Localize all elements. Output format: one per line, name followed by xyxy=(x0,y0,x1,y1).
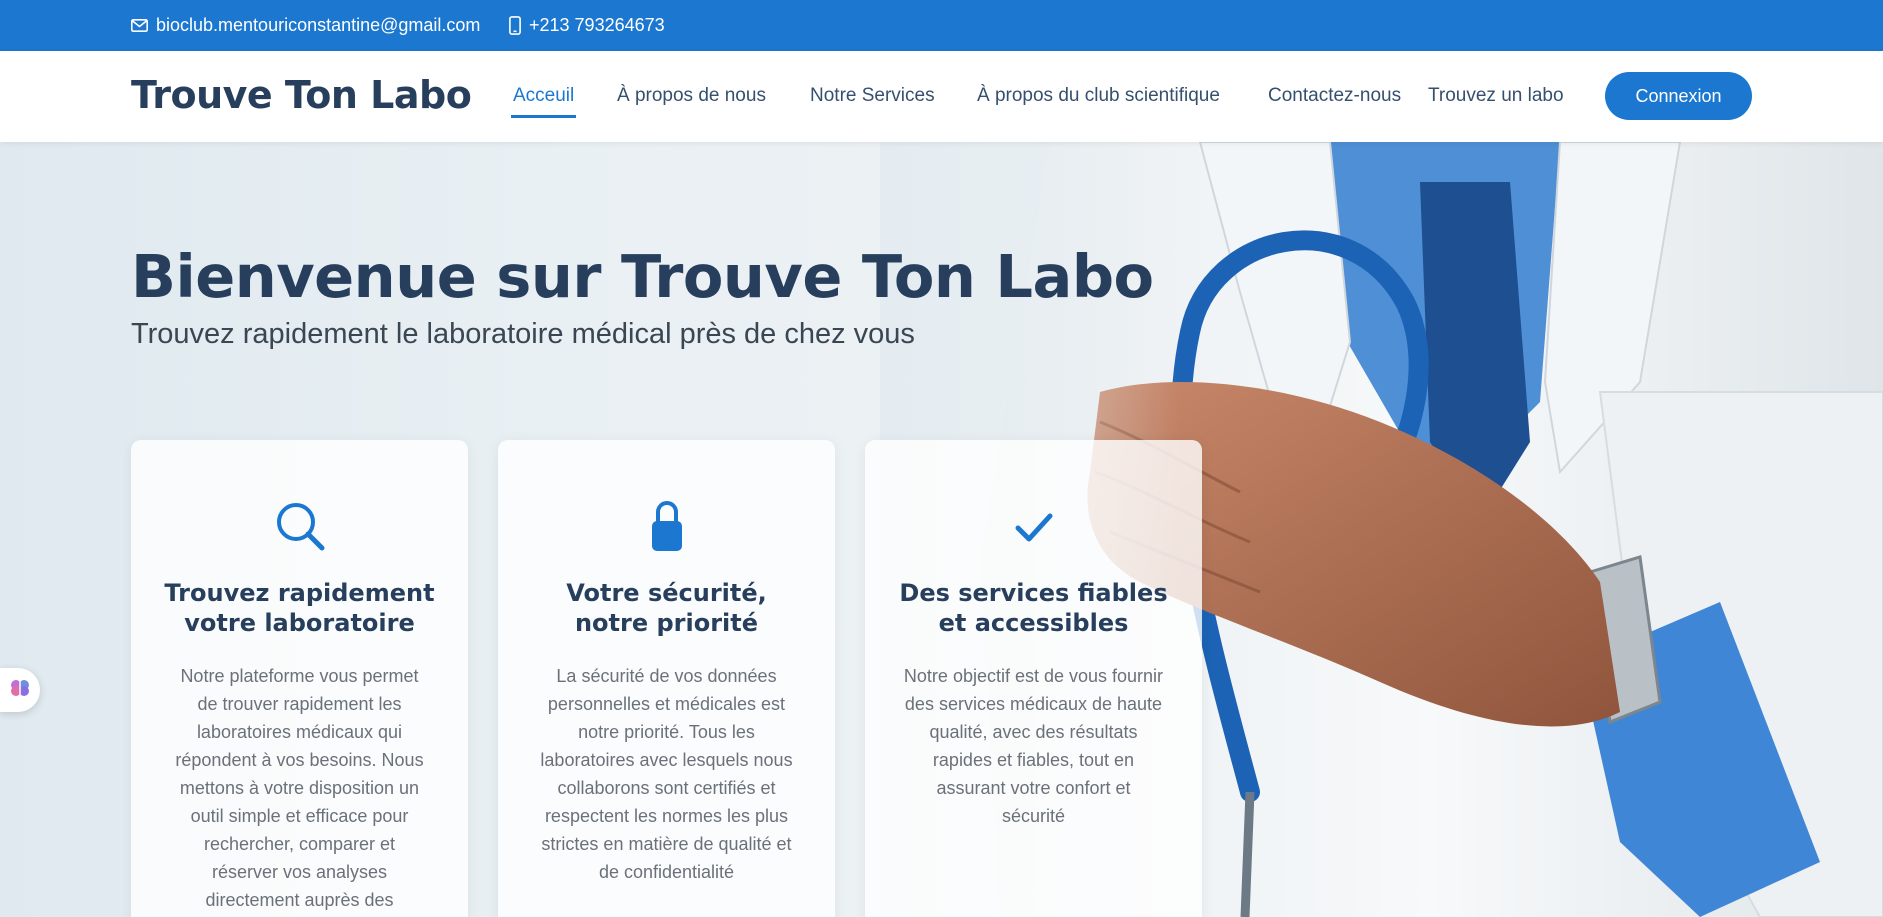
contact-email-text: bioclub.mentouriconstantine@gmail.com xyxy=(156,15,481,35)
feature-card-text: La sécurité de vos données personnelles … xyxy=(540,666,793,882)
top-contact-bar: bioclub.mentouriconstantine@gmail.com +2… xyxy=(0,0,1883,51)
nav-club-scientifique[interactable]: À propos du club scientifique xyxy=(977,85,1220,107)
card-title-line1: Trouvez rapidement xyxy=(164,579,435,607)
envelope-icon xyxy=(131,19,148,32)
nav-services[interactable]: Notre Services xyxy=(810,85,935,107)
feature-card-search: Trouvez rapidement votre laboratoire Notr… xyxy=(131,440,468,917)
search-icon xyxy=(131,498,468,554)
nav-a-propos[interactable]: À propos de nous xyxy=(617,85,766,107)
contact-phone-text: +213 793264673 xyxy=(529,15,665,35)
nav-acceuil[interactable]: Acceuil xyxy=(510,85,577,118)
card-title-line1: Votre sécurité, xyxy=(566,579,767,607)
feature-card-text: Notre plateforme vous permet de trouver … xyxy=(175,666,424,910)
feature-card-title: Des services fiables et accessibles xyxy=(885,578,1182,638)
card-title-line1: Des services fiables xyxy=(899,579,1168,607)
site-header: Trouve Ton Labo Acceuil À propos de nous… xyxy=(0,51,1883,142)
feature-card-title: Trouvez rapidement votre laboratoire xyxy=(151,578,448,638)
nav-contact[interactable]: Contactez-nous xyxy=(1268,85,1401,107)
site-logo[interactable]: Trouve Ton Labo xyxy=(131,73,472,117)
feature-card-title: Votre sécurité, notre priorité xyxy=(518,578,815,638)
mobile-phone-icon xyxy=(509,16,521,35)
feature-card-text: Notre objectif est de vous fournir des s… xyxy=(903,666,1164,826)
feature-card-security: Votre sécurité, notre priorité La sécurit… xyxy=(498,440,835,917)
hero-title: Bienvenue sur Trouve Ton Labo xyxy=(131,242,1154,311)
checkmark-icon xyxy=(865,498,1202,554)
card-title-line2: notre priorité xyxy=(574,609,759,637)
login-button[interactable]: Connexion xyxy=(1605,72,1752,120)
card-title-line2: votre laboratoire xyxy=(184,609,415,637)
contact-phone[interactable]: +213 793264673 xyxy=(509,15,665,36)
card-title-line2: et accessibles xyxy=(938,609,1129,637)
brain-icon xyxy=(9,677,31,704)
hero-section: Bienvenue sur Trouve Ton Labo Trouvez ra… xyxy=(0,142,1883,917)
feature-card-services: Des services fiables et accessibles Notre… xyxy=(865,440,1202,917)
lock-icon xyxy=(498,498,835,554)
hero-subtitle: Trouvez rapidement le laboratoire médica… xyxy=(131,318,915,350)
contact-email[interactable]: bioclub.mentouriconstantine@gmail.com xyxy=(131,15,480,36)
nav-trouvez-labo[interactable]: Trouvez un labo xyxy=(1428,85,1564,107)
